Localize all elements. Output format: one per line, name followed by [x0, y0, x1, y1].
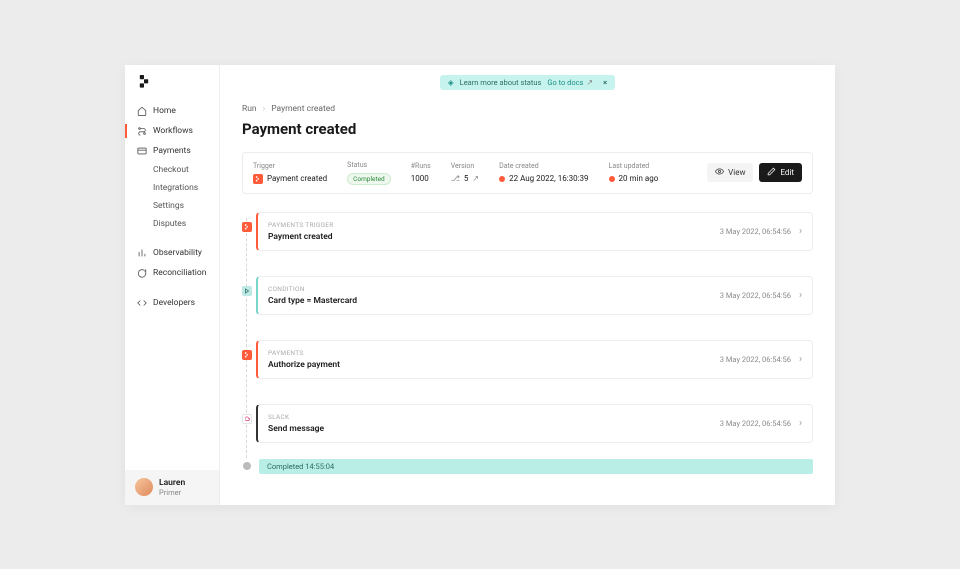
sidebar-sub-disputes[interactable]: Disputes: [125, 215, 219, 233]
sidebar-sub-checkout[interactable]: Checkout: [125, 161, 219, 179]
timeline-step: CONDITION Card type = Mastercard 3 May 2…: [256, 276, 813, 315]
step-node-icon: [242, 286, 252, 296]
completed-bar: Completed 14:55:04: [242, 459, 813, 474]
nav: Home Workflows Payments Checkout Integra…: [125, 101, 219, 470]
main-content: ◈ Learn more about status Go to docs ↗ ×…: [220, 65, 835, 505]
step-card[interactable]: PAYMENTS TRIGGER Payment created 3 May 2…: [256, 212, 813, 251]
step-node-icon: [242, 414, 252, 424]
close-icon[interactable]: ×: [603, 78, 607, 87]
completed-dot-icon: [243, 462, 251, 470]
view-button[interactable]: View: [707, 163, 753, 182]
meta-trigger: Trigger Payment created: [253, 162, 327, 184]
info-icon: ◈: [448, 78, 454, 87]
banner-text: Learn more about status: [460, 78, 542, 87]
trigger-icon: [253, 174, 263, 184]
reconciliation-icon: [137, 268, 147, 278]
sidebar-item-label: Observability: [153, 248, 202, 258]
meta-runs: #Runs 1000: [411, 162, 431, 183]
timeline-step: SLACK Send message 3 May 2022, 06:54:56 …: [256, 404, 813, 443]
workflows-icon: [137, 126, 147, 136]
observability-icon: [137, 248, 147, 258]
chevron-right-icon: ›: [799, 290, 802, 301]
user-name: Lauren: [159, 478, 185, 488]
meta-card: Trigger Payment created Status Completed…: [242, 152, 813, 194]
user-org: Primer: [159, 488, 185, 497]
sidebar-item-payments[interactable]: Payments: [125, 141, 219, 161]
timeline: PAYMENTS TRIGGER Payment created 3 May 2…: [242, 212, 813, 474]
app-window: Home Workflows Payments Checkout Integra…: [125, 65, 835, 505]
sidebar-item-label: Home: [153, 106, 176, 116]
step-card[interactable]: SLACK Send message 3 May 2022, 06:54:56 …: [256, 404, 813, 443]
sidebar-item-label: Payments: [153, 146, 191, 156]
sidebar-item-home[interactable]: Home: [125, 101, 219, 121]
breadcrumb-current: Payment created: [271, 104, 335, 114]
status-badge: Completed: [347, 173, 391, 185]
sidebar-sub-integrations[interactable]: Integrations: [125, 179, 219, 197]
meta-last-updated: Last updated 20 min ago: [609, 162, 659, 183]
sidebar-item-label: Developers: [153, 298, 195, 308]
chevron-right-icon: ›: [263, 104, 266, 114]
edit-button[interactable]: Edit: [759, 163, 802, 182]
edit-icon: [767, 167, 776, 178]
developers-icon: [137, 298, 147, 308]
sidebar-item-observability[interactable]: Observability: [125, 243, 219, 263]
logo: [125, 75, 219, 101]
completed-label: Completed 14:55:04: [259, 459, 813, 474]
sidebar-sub-settings[interactable]: Settings: [125, 197, 219, 215]
dot-icon: [499, 176, 505, 182]
external-link-icon[interactable]: ↗: [472, 174, 479, 183]
sidebar-item-workflows[interactable]: Workflows: [125, 121, 219, 141]
sidebar-item-label: Workflows: [153, 126, 193, 136]
step-card[interactable]: PAYMENTS Authorize payment 3 May 2022, 0…: [256, 340, 813, 379]
avatar: [135, 478, 153, 496]
meta-date-created: Date created 22 Aug 2022, 16:30:39: [499, 162, 588, 183]
banner-link[interactable]: Go to docs ↗: [547, 78, 593, 87]
sidebar: Home Workflows Payments Checkout Integra…: [125, 65, 220, 505]
meta-version: Version ⎇ 5 ↗: [451, 162, 479, 183]
payments-icon: [137, 146, 147, 156]
chevron-right-icon: ›: [799, 226, 802, 237]
dot-icon: [609, 176, 615, 182]
info-banner: ◈ Learn more about status Go to docs ↗ ×: [440, 75, 615, 90]
chevron-right-icon: ›: [799, 418, 802, 429]
breadcrumb: Run › Payment created: [242, 104, 813, 114]
meta-status: Status Completed: [347, 161, 391, 185]
step-node-icon: [242, 350, 252, 360]
timeline-step: PAYMENTS Authorize payment 3 May 2022, 0…: [256, 340, 813, 379]
step-node-icon: [242, 222, 252, 232]
branch-icon: ⎇: [451, 174, 460, 183]
user-card[interactable]: Lauren Primer: [125, 470, 219, 505]
external-link-icon: ↗: [586, 78, 593, 87]
timeline-step: PAYMENTS TRIGGER Payment created 3 May 2…: [256, 212, 813, 251]
logo-icon: [137, 75, 151, 89]
breadcrumb-root[interactable]: Run: [242, 104, 257, 114]
step-card[interactable]: CONDITION Card type = Mastercard 3 May 2…: [256, 276, 813, 315]
sidebar-item-label: Reconciliation: [153, 268, 206, 278]
chevron-right-icon: ›: [799, 354, 802, 365]
sidebar-item-reconciliation[interactable]: Reconciliation: [125, 263, 219, 283]
page-title: Payment created: [242, 120, 813, 138]
eye-icon: [715, 167, 724, 178]
home-icon: [137, 106, 147, 116]
sidebar-item-developers[interactable]: Developers: [125, 293, 219, 313]
